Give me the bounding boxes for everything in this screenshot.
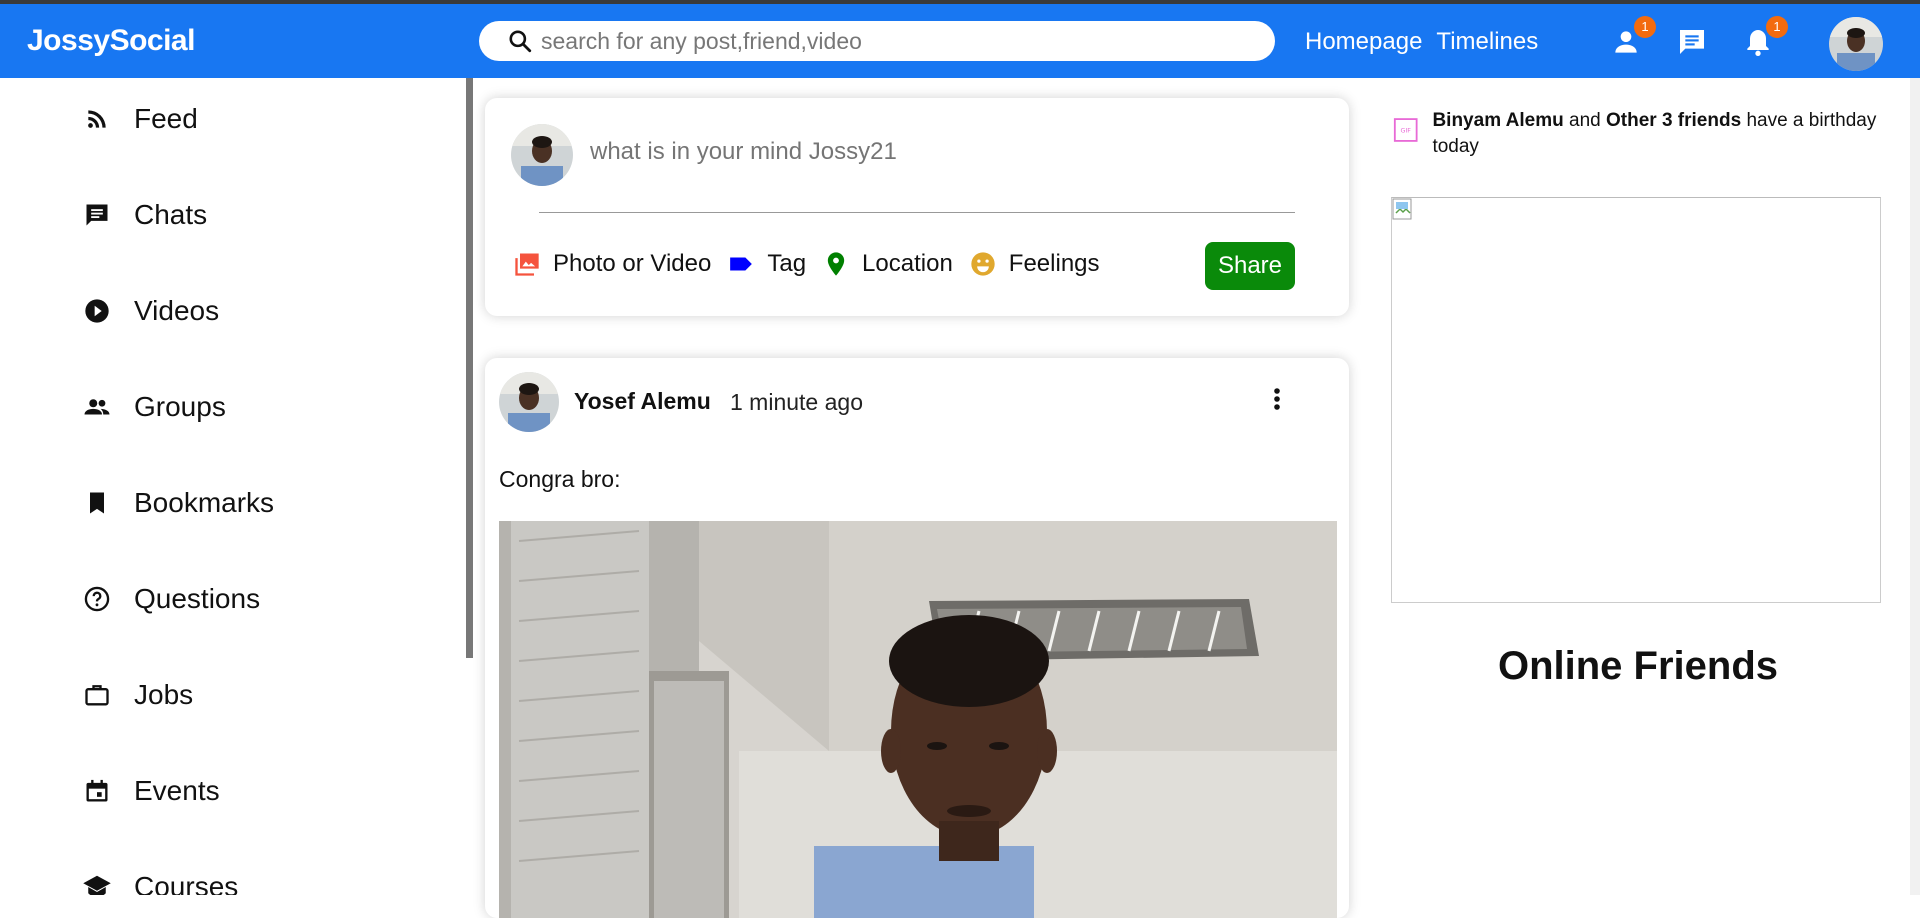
help-circle-icon bbox=[82, 584, 112, 614]
sidebar-item-courses[interactable]: Courses bbox=[82, 871, 238, 895]
share-option-feelings[interactable]: Feelings bbox=[967, 250, 1100, 278]
ad-image[interactable] bbox=[1391, 197, 1881, 603]
search-input[interactable] bbox=[541, 27, 1241, 55]
share-option-location[interactable]: Location bbox=[820, 250, 953, 278]
sidebar-item-label: Jobs bbox=[134, 679, 194, 710]
sidebar-scrollbar[interactable] bbox=[466, 78, 473, 658]
label-icon bbox=[725, 250, 757, 278]
svg-text:GIF: GIF bbox=[1400, 128, 1411, 135]
sidebar-item-label: Chats bbox=[134, 199, 208, 230]
sidebar-item-label: Bookmarks bbox=[134, 487, 275, 518]
friend-requests-badge: 1 bbox=[1634, 16, 1656, 38]
sidebar-item-label: Events bbox=[134, 775, 220, 806]
sidebar-item-label: Feed bbox=[134, 103, 198, 134]
more-options-button[interactable] bbox=[1271, 386, 1283, 414]
play-circle-icon bbox=[82, 296, 112, 326]
share-option-label: Tag bbox=[767, 250, 807, 277]
post-author-name[interactable]: Yosef Alemu bbox=[574, 388, 711, 415]
share-option-label: Location bbox=[862, 250, 953, 277]
school-icon bbox=[82, 872, 112, 895]
sidebar-item-label: Questions bbox=[134, 583, 261, 614]
sidebar-item-chats[interactable]: Chats bbox=[82, 199, 207, 231]
sidebar-item-bookmarks[interactable]: Bookmarks bbox=[82, 487, 274, 519]
notifications-badge: 1 bbox=[1766, 16, 1788, 38]
birthday-others[interactable]: Other 3 friends bbox=[1606, 110, 1741, 131]
sidebar-item-feed[interactable]: Feed bbox=[82, 103, 198, 135]
search-bar[interactable] bbox=[479, 21, 1275, 61]
notifications-button[interactable]: 1 bbox=[1742, 16, 1788, 58]
share-card: Photo or Video Tag Location Feelings Sha… bbox=[485, 98, 1349, 316]
post-text: Congra bro: bbox=[499, 466, 621, 492]
friend-requests-button[interactable]: 1 bbox=[1610, 16, 1656, 58]
share-input[interactable] bbox=[590, 138, 1190, 166]
group-icon bbox=[82, 392, 112, 422]
broken-image-icon bbox=[1392, 198, 1412, 220]
nav-link-timelines[interactable]: Timelines bbox=[1436, 28, 1538, 56]
avatar-photo bbox=[1829, 17, 1883, 71]
rss-feed-icon bbox=[82, 104, 112, 134]
more-vert-icon bbox=[1274, 388, 1280, 410]
sidebar-item-label: Courses bbox=[134, 871, 239, 895]
gift-icon: GIF bbox=[1393, 118, 1418, 142]
share-option-tag[interactable]: Tag bbox=[725, 250, 806, 278]
sidebar-item-questions[interactable]: Questions bbox=[82, 583, 260, 615]
search-icon bbox=[509, 30, 532, 53]
share-divider bbox=[539, 212, 1295, 213]
share-avatar bbox=[511, 124, 573, 186]
page-scrollbar[interactable] bbox=[1910, 78, 1920, 895]
post-image[interactable] bbox=[499, 521, 1337, 918]
emoji-icon bbox=[967, 250, 999, 278]
nav-links: Homepage Timelines bbox=[1305, 28, 1538, 56]
sidebar: Feed Chats Videos Groups Bookmarks Quest… bbox=[0, 78, 466, 895]
birthday-notice: GIF Binyam Alemu and Other 3 friends hav… bbox=[1393, 108, 1883, 160]
post-author-avatar[interactable] bbox=[499, 372, 559, 432]
sidebar-item-videos[interactable]: Videos bbox=[82, 295, 219, 327]
calendar-event-icon bbox=[82, 776, 112, 806]
bookmark-icon bbox=[82, 488, 112, 518]
sidebar-item-events[interactable]: Events bbox=[82, 775, 220, 807]
photo-library-icon bbox=[511, 250, 543, 278]
chat-icon bbox=[1680, 30, 1704, 54]
share-option-photo[interactable]: Photo or Video bbox=[511, 250, 711, 278]
sidebar-item-label: Videos bbox=[134, 295, 220, 326]
share-button[interactable]: Share bbox=[1205, 242, 1295, 290]
logo[interactable]: JossySocial bbox=[27, 24, 195, 58]
messages-button[interactable] bbox=[1676, 26, 1708, 58]
share-option-label: Photo or Video bbox=[553, 250, 712, 277]
sidebar-item-groups[interactable]: Groups bbox=[82, 391, 226, 423]
post-card: Yosef Alemu 1 minute ago Congra bro: bbox=[485, 358, 1349, 918]
location-pin-icon bbox=[820, 250, 852, 278]
briefcase-icon bbox=[82, 680, 112, 710]
topbar: JossySocial Homepage Timelines 1 bbox=[0, 0, 1920, 78]
birthday-and: and bbox=[1569, 110, 1601, 131]
birthday-text: Binyam Alemu and Other 3 friends have a … bbox=[1432, 108, 1883, 160]
top-icons: 1 1 bbox=[1610, 16, 1788, 58]
profile-avatar[interactable] bbox=[1829, 17, 1883, 71]
chat-icon bbox=[82, 200, 112, 230]
share-options: Photo or Video Tag Location Feelings bbox=[511, 250, 1114, 278]
birthday-name[interactable]: Binyam Alemu bbox=[1432, 110, 1563, 131]
share-option-label: Feelings bbox=[1008, 250, 1100, 277]
sidebar-item-label: Groups bbox=[134, 391, 226, 422]
post-timestamp: 1 minute ago bbox=[730, 389, 863, 415]
nav-link-homepage[interactable]: Homepage bbox=[1305, 28, 1422, 56]
online-friends-title: Online Friends bbox=[1497, 644, 1779, 688]
sidebar-item-jobs[interactable]: Jobs bbox=[82, 679, 193, 711]
